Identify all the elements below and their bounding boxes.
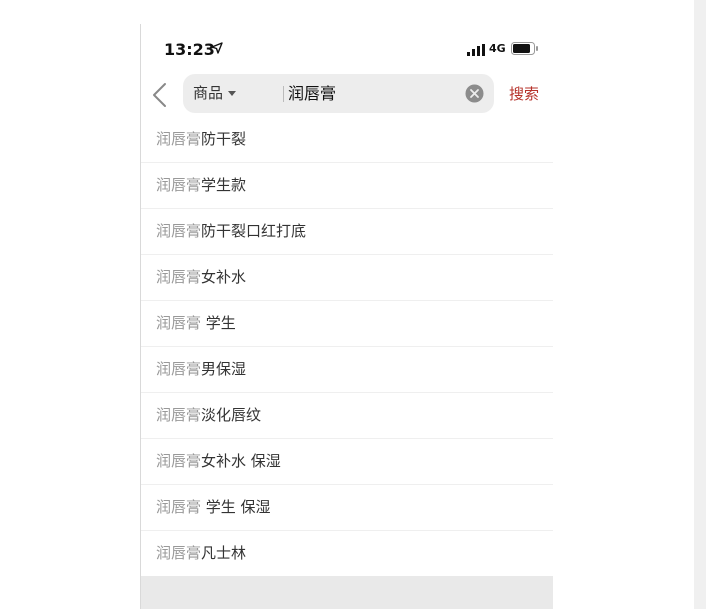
suggestion-suffix: 淡化唇纹	[201, 406, 262, 424]
search-button[interactable]: 搜索	[509, 83, 539, 104]
bottom-gray-area	[141, 576, 553, 609]
background-strip	[694, 0, 706, 609]
search-divider	[283, 86, 284, 102]
search-scope-dropdown[interactable]: 商品	[193, 74, 237, 113]
suggestion-item[interactable]: 润唇膏淡化唇纹	[141, 393, 553, 439]
search-scope-label: 商品	[193, 84, 224, 102]
suggestion-item[interactable]: 润唇膏学生款	[141, 163, 553, 209]
location-arrow-icon	[211, 42, 223, 54]
clear-icon[interactable]	[465, 84, 484, 103]
suggestion-item[interactable]: 润唇膏防干裂	[141, 117, 553, 163]
status-bar: 13:23 4G	[141, 24, 553, 72]
suggestion-keyword: 润唇膏	[156, 130, 202, 148]
suggestion-keyword: 润唇膏	[156, 314, 202, 332]
suggestion-suffix: 学生 保湿	[201, 498, 271, 516]
suggestion-suffix: 男保湿	[201, 360, 247, 378]
suggestion-keyword: 润唇膏	[156, 544, 202, 562]
suggestion-item[interactable]: 润唇膏女补水 保湿	[141, 439, 553, 485]
suggestion-item[interactable]: 润唇膏男保湿	[141, 347, 553, 393]
suggestion-keyword: 润唇膏	[156, 222, 202, 240]
suggestion-suffix: 防干裂口红打底	[201, 222, 307, 240]
network-type: 4G	[489, 42, 506, 55]
suggestion-item[interactable]: 润唇膏 学生 保湿	[141, 485, 553, 531]
suggestion-suffix: 学生款	[201, 176, 247, 194]
suggestion-suffix: 凡士林	[201, 544, 247, 562]
suggestion-keyword: 润唇膏	[156, 452, 202, 470]
suggestion-keyword: 润唇膏	[156, 498, 202, 516]
suggestion-suffix: 女补水 保湿	[201, 452, 281, 470]
suggestion-item[interactable]: 润唇膏防干裂口红打底	[141, 209, 553, 255]
suggestion-suffix: 防干裂	[201, 130, 247, 148]
suggestion-list: 润唇膏防干裂 润唇膏学生款 润唇膏防干裂口红打底 润唇膏女补水 润唇膏 学生 润…	[141, 117, 553, 576]
back-arrow-icon[interactable]	[149, 82, 171, 108]
suggestion-suffix: 学生	[201, 314, 236, 332]
suggestion-keyword: 润唇膏	[156, 176, 202, 194]
suggestion-keyword: 润唇膏	[156, 406, 202, 424]
suggestion-suffix: 女补水	[201, 268, 247, 286]
search-input[interactable]	[288, 74, 458, 113]
suggestion-keyword: 润唇膏	[156, 360, 202, 378]
status-time: 13:23	[164, 40, 215, 59]
caret-down-icon	[228, 91, 237, 96]
suggestion-item[interactable]: 润唇膏女补水	[141, 255, 553, 301]
suggestion-item[interactable]: 润唇膏 学生	[141, 301, 553, 347]
search-box: 商品	[183, 74, 494, 113]
phone-screen: 13:23 4G 商品 搜索 润唇膏防干裂 润	[140, 24, 553, 609]
suggestion-item[interactable]: 润唇膏凡士林	[141, 531, 553, 576]
suggestion-keyword: 润唇膏	[156, 268, 202, 286]
signal-icon	[467, 44, 485, 56]
battery-icon	[511, 42, 538, 55]
